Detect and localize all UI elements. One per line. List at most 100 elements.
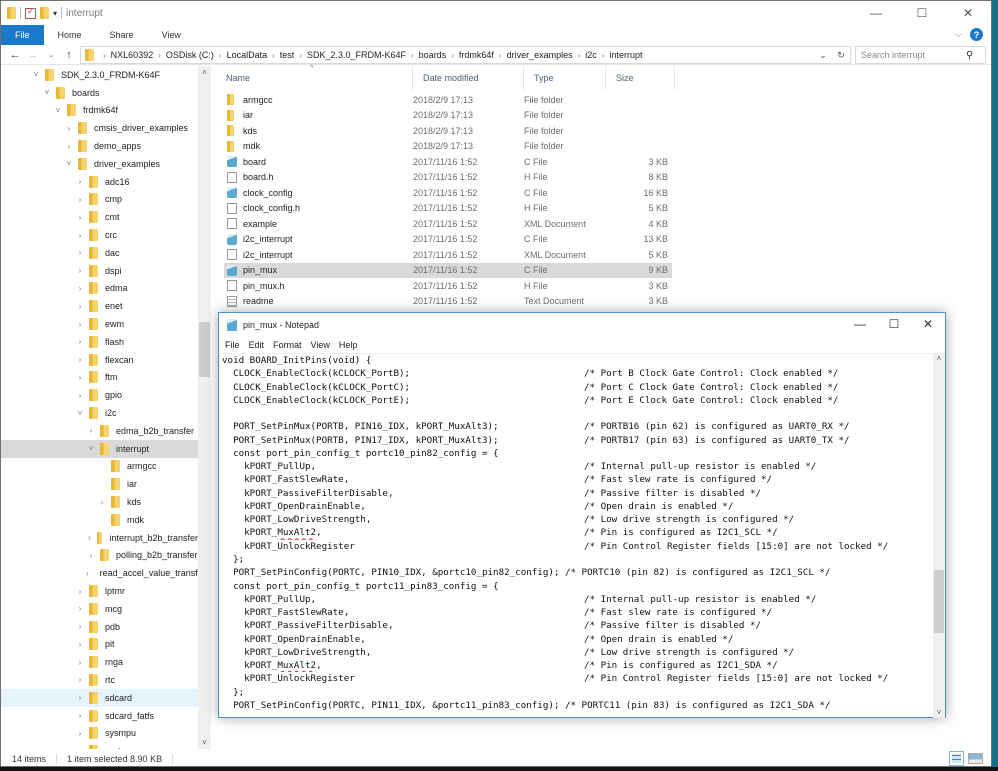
chevron-right-icon[interactable]: › [75, 266, 85, 275]
tree-item-sdk-2-3-0-frdm-k64f[interactable]: ˅ SDK_2.3.0_FRDM-K64F [1, 66, 198, 84]
tree-item-dac[interactable]: › dac [1, 244, 198, 262]
chevron-right-icon[interactable]: › [86, 551, 96, 560]
tab-view[interactable]: View [148, 25, 195, 45]
tree-item-pit[interactable]: › pit [1, 636, 198, 654]
back-button[interactable]: ← [7, 49, 23, 61]
menu-view[interactable]: View [311, 340, 330, 350]
tree-item-flexcan[interactable]: › flexcan [1, 351, 198, 369]
chevron-right-icon[interactable]: › [75, 587, 85, 596]
up-button[interactable]: ↑ [61, 49, 77, 61]
address-bar[interactable]: › NXL60392 › OSDisk (C:) › LocalData › test › SDK… [80, 46, 851, 64]
refresh-button[interactable]: ↻ [832, 50, 850, 61]
breadcrumb-separator[interactable]: › [219, 51, 222, 60]
tree-item-crc[interactable]: › crc [1, 226, 198, 244]
large-icons-view-icon[interactable] [968, 753, 983, 764]
chevron-right-icon[interactable]: › [75, 355, 85, 364]
breadcrumb-separator[interactable]: › [103, 51, 106, 60]
chevron-right-icon[interactable]: › [64, 142, 74, 151]
chevron-down-icon[interactable]: ˅ [53, 106, 63, 115]
file-row[interactable]: armgcc 2018/2/9 17:13 File folder [224, 92, 672, 108]
scrollbar-thumb[interactable] [934, 570, 944, 633]
file-row[interactable]: mdk 2018/2/9 17:13 File folder [224, 139, 672, 155]
tree-item-enet[interactable]: › enet [1, 297, 198, 315]
chevron-down-icon[interactable]: ˅ [42, 88, 52, 97]
chevron-down-icon[interactable]: ˅ [31, 70, 41, 79]
maximize-button[interactable]: ☐ [899, 1, 945, 25]
tree-item-flash[interactable]: › flash [1, 333, 198, 351]
tab-share[interactable]: Share [96, 25, 148, 45]
chevron-right-icon[interactable]: › [75, 640, 85, 649]
chevron-right-icon[interactable]: › [75, 231, 85, 240]
menu-help[interactable]: Help [339, 340, 358, 350]
breadcrumb-separator[interactable]: › [578, 51, 581, 60]
file-row[interactable]: clock_config 2017/11/16 1:52 C File 16 KB [224, 185, 672, 201]
search-box[interactable]: ⚲ [855, 46, 986, 64]
tree-item-sdcard-fatfs[interactable]: › sdcard_fatfs [1, 707, 198, 725]
navigation-pane-scrollbar[interactable]: ˄ ˅ [198, 66, 211, 749]
close-button[interactable]: ✕ [945, 1, 991, 25]
file-row[interactable]: example 2017/11/16 1:52 XML Document 4 KB [224, 216, 672, 232]
breadcrumb-item[interactable]: driver_examples [507, 50, 573, 60]
chevron-right-icon[interactable]: › [86, 569, 89, 578]
tree-item-cmt[interactable]: › cmt [1, 208, 198, 226]
tab-file[interactable]: File [1, 25, 44, 45]
notepad-scrollbar[interactable]: ˄ ˅ [933, 353, 945, 718]
breadcrumb-separator[interactable]: › [272, 51, 275, 60]
chevron-right-icon[interactable]: › [75, 604, 85, 613]
tree-item-pdb[interactable]: › pdb [1, 618, 198, 636]
tree-item-rtc[interactable]: › rtc [1, 671, 198, 689]
details-view-icon[interactable] [949, 751, 964, 766]
breadcrumb-separator[interactable]: › [602, 51, 605, 60]
file-row[interactable]: board 2017/11/16 1:52 C File 3 KB [224, 154, 672, 170]
new-folder-icon[interactable] [40, 7, 49, 19]
menu-edit[interactable]: Edit [249, 340, 265, 350]
forward-button[interactable]: → [25, 49, 41, 61]
tree-item-sysmpu[interactable]: › sysmpu [1, 724, 198, 742]
search-icon[interactable]: ⚲ [966, 50, 973, 61]
chevron-right-icon[interactable]: › [75, 213, 85, 222]
chevron-down-icon[interactable]: ˅ [86, 444, 96, 453]
scroll-down-icon[interactable]: ˅ [198, 738, 211, 747]
chevron-right-icon[interactable]: › [86, 533, 93, 542]
chevron-right-icon[interactable]: › [75, 675, 85, 684]
maximize-button[interactable]: ☐ [877, 313, 911, 335]
breadcrumb-item[interactable]: frdmk64f [459, 50, 494, 60]
breadcrumb-item[interactable]: test [280, 50, 295, 60]
file-row[interactable]: i2c_interrupt 2017/11/16 1:52 C File 13 KB [224, 232, 672, 248]
file-row[interactable]: readme 2017/11/16 1:52 Text Document 3 KB [224, 294, 672, 310]
file-row[interactable]: pin_mux 2017/11/16 1:52 C File 9 KB [224, 262, 672, 278]
breadcrumb-item[interactable]: boards [419, 50, 447, 60]
tree-item-interrupt-b2b-transfer[interactable]: › interrupt_b2b_transfer [1, 529, 198, 547]
file-row[interactable]: i2c_interrupt 2017/11/16 1:52 XML Document… [224, 247, 672, 263]
menu-file[interactable]: File [225, 340, 240, 350]
scroll-down-icon[interactable]: ˅ [933, 708, 945, 717]
minimize-button[interactable]: — [843, 313, 877, 335]
column-header-name[interactable]: Name ^ [216, 65, 413, 90]
file-row[interactable]: iar 2018/2/9 17:13 File folder [224, 108, 672, 124]
tree-item-uart[interactable]: ›uart [1, 742, 198, 749]
column-header-size[interactable]: Size [606, 66, 675, 90]
tree-item-read-accel-value-transfer[interactable]: › read_accel_value_transfer [1, 564, 206, 582]
breadcrumb-item[interactable]: LocalData [227, 50, 268, 60]
file-row[interactable]: pin_mux.h 2017/11/16 1:52 H File 3 KB [224, 278, 672, 294]
expand-ribbon-icon[interactable]: ⌵ [955, 29, 962, 40]
tree-item-sdcard[interactable]: › sdcard [1, 688, 198, 707]
tree-item-boards[interactable]: ˅ boards [1, 84, 198, 102]
breadcrumb-item[interactable]: SDK_2.3.0_FRDM-K64F [307, 50, 406, 60]
tab-home[interactable]: Home [44, 25, 96, 45]
tree-item-edma-b2b-transfer[interactable]: › edma_b2b_transfer [1, 422, 198, 440]
tree-item-i2c[interactable]: ˅ i2c [1, 404, 198, 422]
tree-item-mdk[interactable]: mdk [1, 511, 198, 529]
tree-item-lptmr[interactable]: › lptmr [1, 582, 198, 600]
tree-item-frdmk64f[interactable]: ˅ frdmk64f [1, 102, 198, 120]
chevron-right-icon[interactable]: › [75, 248, 85, 257]
chevron-down-icon[interactable]: ˅ [64, 159, 74, 168]
chevron-right-icon[interactable]: › [75, 658, 85, 667]
breadcrumb-item[interactable]: OSDisk (C:) [166, 50, 214, 60]
tree-item-polling-b2b-transfer[interactable]: › polling_b2b_transfer [1, 547, 198, 565]
chevron-right-icon[interactable]: › [75, 391, 85, 400]
address-dropdown-button[interactable]: ⌄ [814, 50, 832, 61]
scroll-up-icon[interactable]: ˄ [933, 354, 945, 363]
tree-item-edma[interactable]: › edma [1, 280, 198, 298]
tree-item-iar[interactable]: iar [1, 475, 198, 493]
